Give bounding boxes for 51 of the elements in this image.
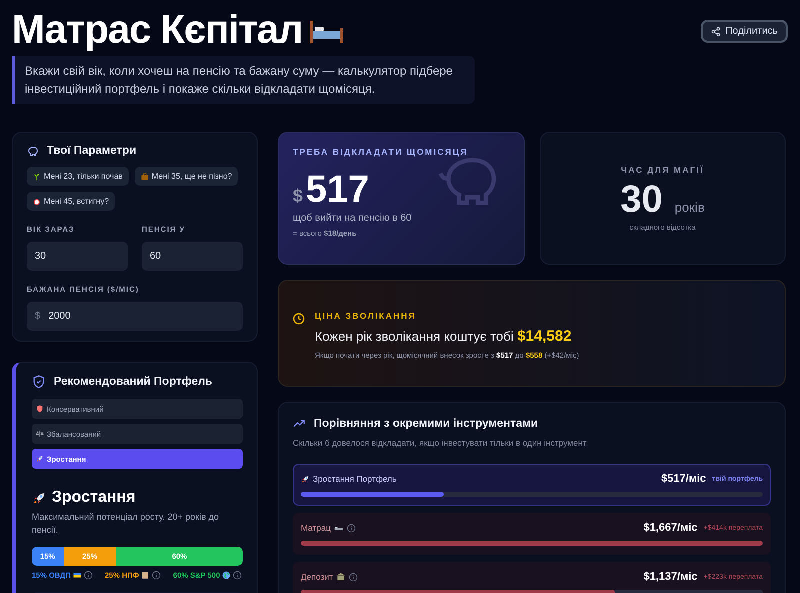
alarm-clock-icon bbox=[33, 198, 41, 206]
shield-icon bbox=[36, 405, 44, 413]
card-label: ТРЕБА ВІДКЛАДАТИ ЩОМІСЯЦЯ bbox=[293, 147, 470, 157]
info-icon bbox=[152, 571, 162, 580]
info-icon bbox=[346, 524, 356, 532]
card-title: Твої Параметри bbox=[47, 145, 137, 157]
years-count: 30 bbox=[620, 181, 663, 219]
info-icon bbox=[233, 571, 242, 580]
info-icon bbox=[84, 571, 93, 580]
portfolio-name: Зростання bbox=[52, 489, 136, 507]
rocket-icon bbox=[301, 474, 310, 484]
currency-sign: $ bbox=[293, 186, 304, 207]
preset-chip[interactable]: Мені 45, встигну? bbox=[27, 192, 116, 211]
monthly-subtitle: щоб вийти на пенсію в 60 bbox=[293, 213, 413, 224]
rocket-icon bbox=[32, 490, 47, 506]
instrument-name: Депозит bbox=[301, 572, 334, 582]
bank-icon bbox=[336, 572, 346, 582]
delay-headline: Кожен рік зволікання коштує тобі $14,582 bbox=[315, 328, 573, 345]
years-unit: років bbox=[674, 200, 705, 215]
monthly-amount: 517 bbox=[306, 171, 370, 209]
card-title: Порівняння з окремими інструментами bbox=[314, 418, 538, 430]
comparison-subtitle: Скільки б довелося відкладати, якщо інвестувати тільки в один інструмент bbox=[293, 438, 588, 448]
sprout-icon bbox=[33, 172, 41, 180]
retirement-age-input[interactable]: 60 bbox=[142, 242, 243, 271]
monthly-amount: $1,667/міс bbox=[644, 522, 698, 534]
info-icon bbox=[349, 572, 358, 582]
instrument-name: Зростання Портфель bbox=[313, 474, 397, 484]
card-title: Рекомендований Портфель bbox=[54, 376, 213, 388]
share-button[interactable]: Поділитись bbox=[700, 20, 788, 43]
instrument-name: Матрац bbox=[301, 523, 331, 533]
briefcase-icon bbox=[140, 172, 149, 180]
preset-chip[interactable]: Мені 23, тільки почав bbox=[27, 167, 129, 186]
description-text: Вкажи свій вік, коли хочеш на пенсію та бажану суму — калькулятор підбере інвестиційний портфель і покаже скільки відкладати щомісяця. bbox=[12, 56, 475, 104]
preset-chip[interactable]: Мені 35, ще не пізно? bbox=[134, 167, 238, 186]
age-input[interactable]: 30 bbox=[27, 242, 128, 271]
share-icon bbox=[710, 26, 721, 36]
rocket-icon bbox=[36, 455, 44, 463]
piggy-bank-icon bbox=[27, 145, 39, 157]
portfolio-description: Максимальний потенціал росту. 20+ років до пенсії. bbox=[32, 511, 220, 537]
card-label: ЦІНА ЗВОЛІКАННЯ bbox=[315, 311, 418, 321]
shield-check-icon bbox=[32, 375, 46, 389]
monthly-amount: $1,137/міс bbox=[644, 571, 698, 583]
flag-icon bbox=[72, 571, 82, 580]
pension-input[interactable]: $ 2000 bbox=[27, 302, 243, 331]
scales-icon bbox=[36, 430, 44, 438]
globe-icon bbox=[222, 571, 232, 580]
card-label: ЧАС ДЛЯ МАГІЇ bbox=[621, 165, 704, 175]
book-icon bbox=[141, 571, 150, 580]
clock-icon bbox=[293, 313, 305, 325]
app-title: Матрас Кєпітал bbox=[12, 8, 303, 52]
monthly-amount: $517/міс bbox=[661, 473, 706, 485]
